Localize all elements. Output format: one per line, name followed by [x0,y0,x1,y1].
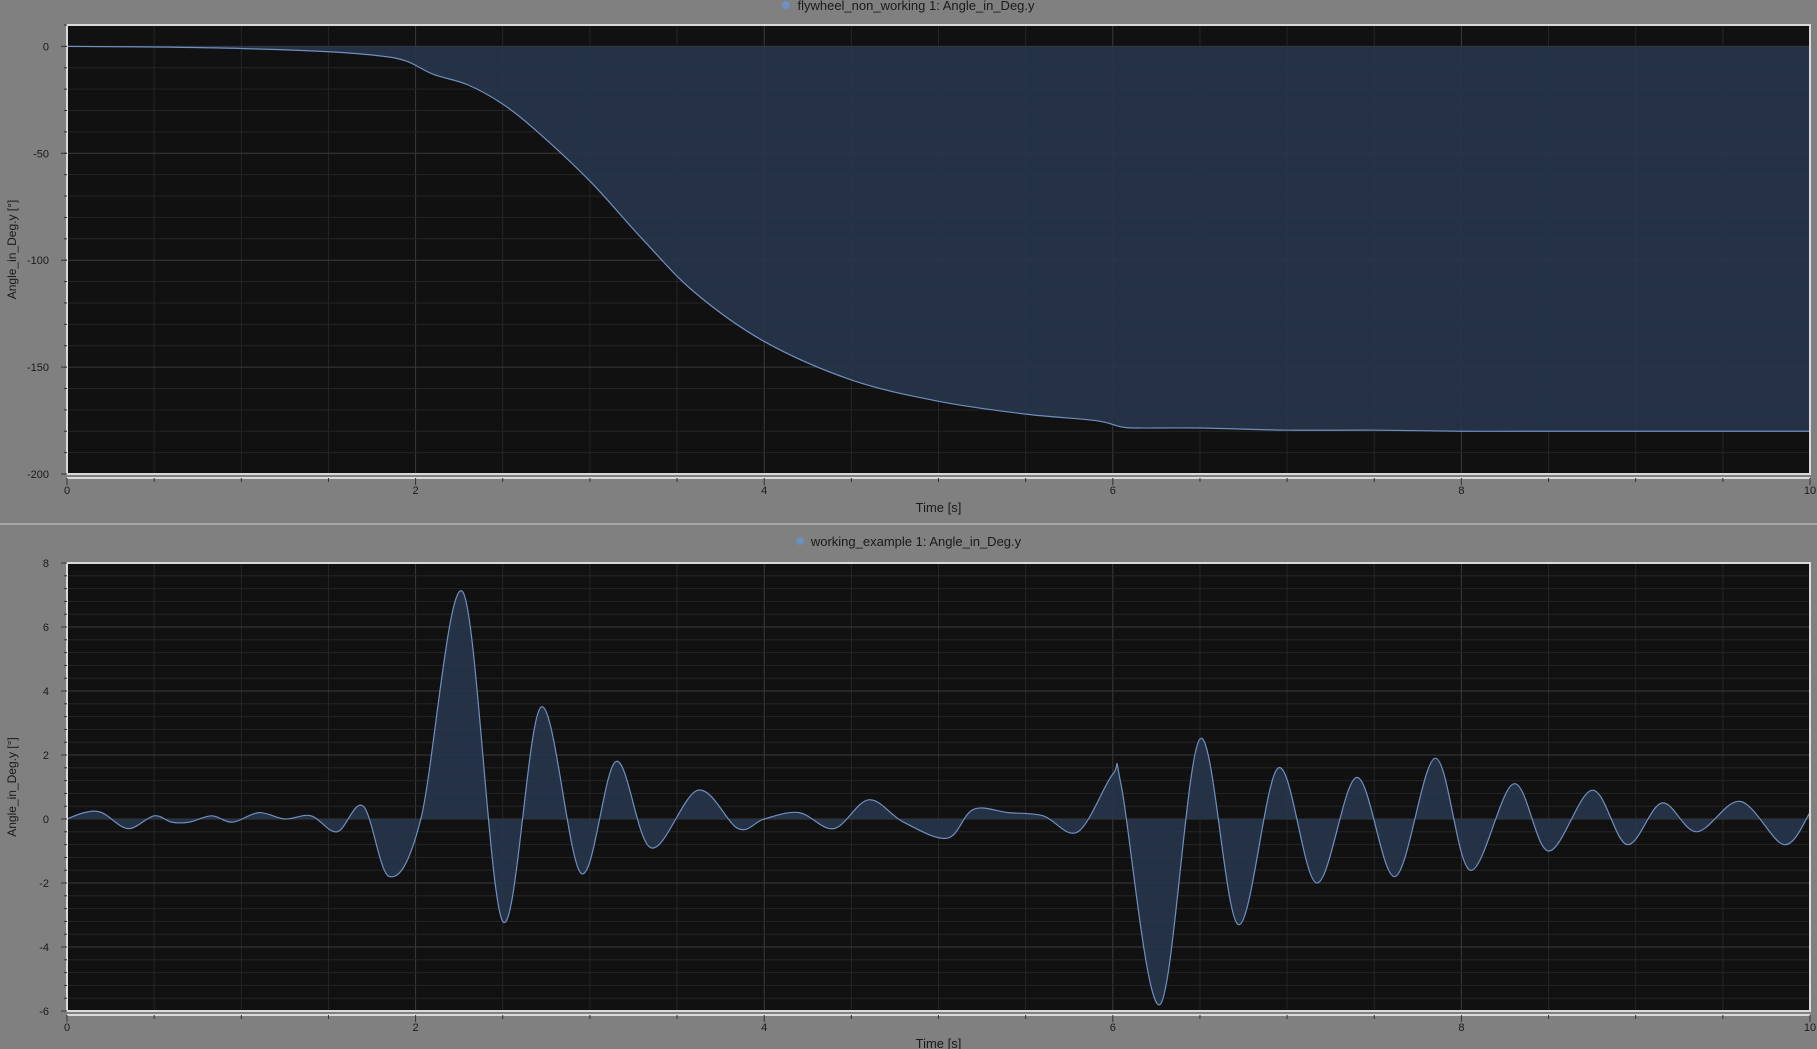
y-tick-label: -100 [27,255,49,267]
bottom-plot-panel: working_example 1: Angle_in_Deg.y 86420-… [0,525,1817,1049]
x-axis-label: Time [s] [916,1036,962,1049]
x-tick-label: 10 [1804,485,1816,497]
y-tick-label: -50 [33,148,49,160]
y-tick-label: -200 [27,469,49,481]
y-tick-label: -150 [27,362,49,374]
x-tick-label: 6 [1110,485,1116,497]
y-tick-label: 0 [43,814,49,826]
y-tick-label: 0 [43,41,49,53]
x-axis-label: Time [s] [916,500,962,515]
y-tick-label: -2 [39,878,49,890]
y-tick-label: -4 [39,942,49,954]
x-tick-label: 2 [413,1022,419,1034]
y-axis-label: Angle_in_Deg.y [°] [5,737,19,837]
x-tick-label: 10 [1804,1022,1816,1034]
y-tick-label: 2 [43,750,49,762]
x-tick-label: 4 [761,485,767,497]
x-tick-label: 4 [761,1022,767,1034]
x-tick-label: 6 [1110,1022,1116,1034]
x-tick-label: 0 [64,1022,70,1034]
top-plot-area[interactable]: 0 -50 -100 -150 -200 0 2 4 6 8 10 Time [s] Angle_in_… [0,0,1817,524]
x-tick-label: 8 [1458,1022,1464,1034]
bottom-plot-area[interactable]: 8 6 4 2 0 -2 -4 -6 0 2 4 6 8 10 Time [s] Angle_in_Deg.y… [0,525,1817,1049]
x-tick-label: 8 [1458,485,1464,497]
y-tick-label: 8 [43,558,49,570]
y-tick-label: 6 [43,622,49,634]
y-axis-label: Angle_in_Deg.y [°] [5,200,19,300]
x-tick-label: 0 [64,485,70,497]
y-tick-label: -6 [39,1006,49,1018]
top-plot-panel: flywheel_non_working 1: Angle_in_Deg.y 0… [0,0,1817,524]
y-tick-label: 4 [43,686,49,698]
x-tick-label: 2 [413,485,419,497]
